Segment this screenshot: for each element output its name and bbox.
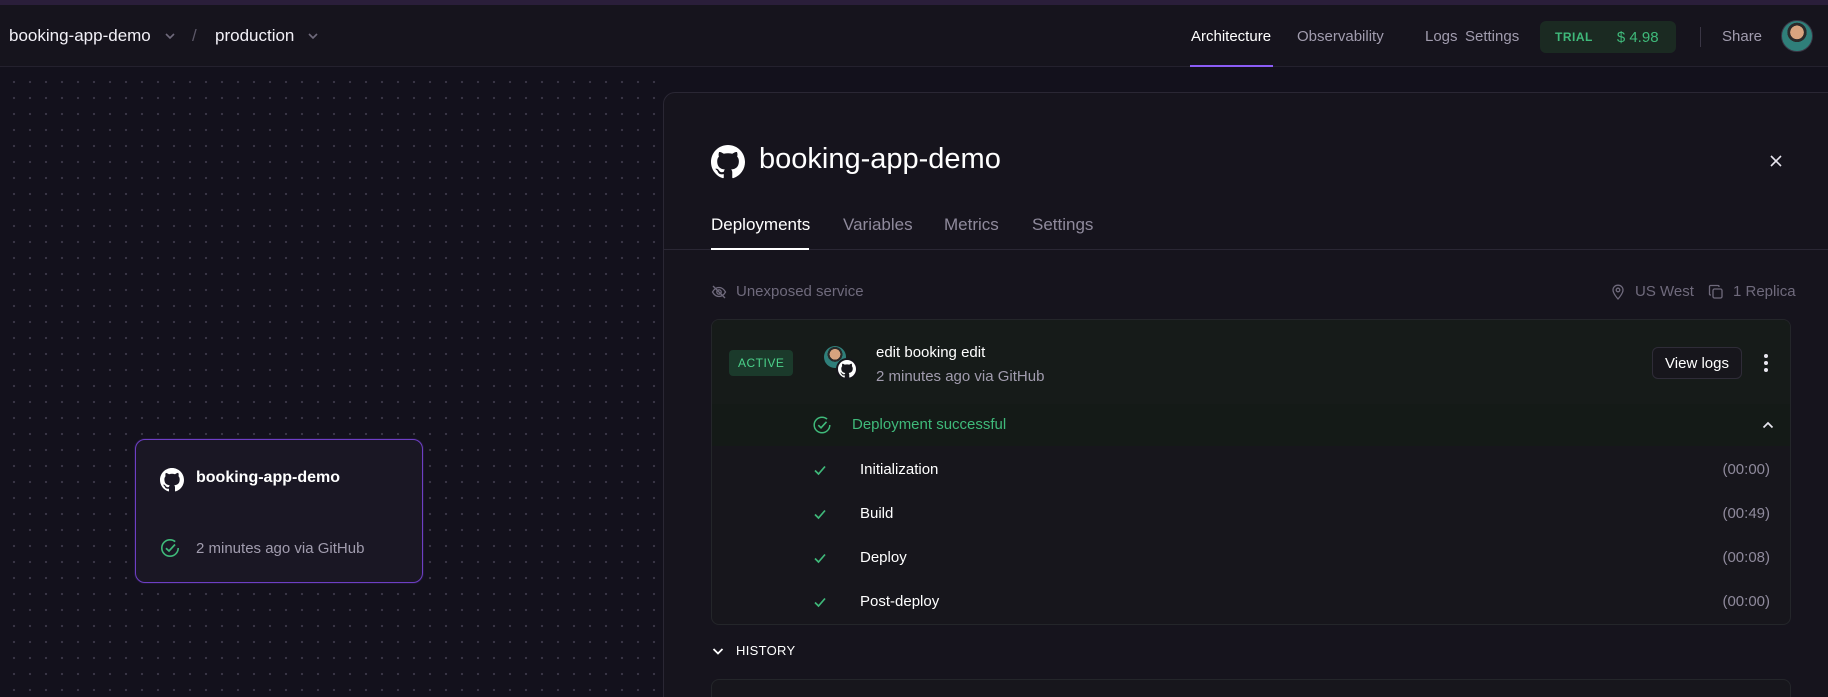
panel-title: booking-app-demo (759, 143, 1001, 175)
step-duration: (00:49) (1722, 505, 1770, 522)
trial-badge: TRIAL (1555, 30, 1593, 44)
tab-variables[interactable]: Variables (843, 215, 913, 235)
deployment-step: Initialization (00:00) (712, 448, 1790, 492)
region-info: US West (1610, 283, 1694, 300)
view-logs-button[interactable]: View logs (1652, 347, 1742, 379)
github-icon (160, 468, 184, 492)
deployment-status: Deployment successful (852, 416, 1007, 433)
copy-icon (1708, 284, 1723, 299)
step-duration: (00:08) (1722, 549, 1770, 566)
check-icon (814, 597, 826, 608)
check-icon (814, 553, 826, 564)
eye-off-icon (711, 285, 727, 298)
share-button[interactable]: Share (1722, 5, 1762, 67)
region-label: US West (1635, 283, 1694, 300)
deployment-step: Deploy (00:08) (712, 536, 1790, 580)
top-bar: booking-app-demo / production Architectu… (0, 5, 1828, 67)
history-label: HISTORY (736, 643, 796, 658)
breadcrumb-separator: / (192, 26, 197, 45)
step-label: Build (860, 505, 894, 522)
nav-logs[interactable]: Logs (1425, 5, 1458, 67)
github-icon (711, 145, 745, 179)
service-card[interactable]: booking-app-demo 2 minutes ago via GitHu… (135, 439, 423, 583)
commit-source (836, 358, 858, 380)
check-icon (814, 509, 826, 520)
nav-observability[interactable]: Observability (1297, 5, 1384, 67)
tabs-divider (664, 249, 1828, 250)
check-circle-icon (161, 539, 179, 557)
avatar[interactable] (1781, 20, 1813, 52)
tab-metrics[interactable]: Metrics (944, 215, 999, 235)
step-label: Post-deploy (860, 593, 940, 610)
service-card-title: booking-app-demo (196, 469, 340, 486)
tab-deployments[interactable]: Deployments (711, 215, 810, 235)
deployment-card[interactable]: ACTIVE edit booking edit 2 minutes ago v… (711, 319, 1791, 625)
status-badge: ACTIVE (729, 350, 794, 376)
chevron-down-icon (712, 647, 724, 655)
service-card-meta: 2 minutes ago via GitHub (196, 540, 365, 557)
nav-settings[interactable]: Settings (1465, 5, 1519, 67)
chevron-down-icon (165, 33, 175, 40)
unexposed-service: Unexposed service (711, 283, 864, 300)
step-label: Deploy (860, 549, 907, 566)
project-name: booking-app-demo (9, 26, 151, 45)
project-selector[interactable]: booking-app-demo (9, 5, 177, 67)
deployment-step: Post-deploy (00:00) (712, 580, 1790, 624)
deployment-step: Build (00:49) (712, 492, 1790, 536)
commit-title: edit booking edit (876, 344, 986, 361)
architecture-canvas[interactable] (0, 68, 663, 697)
replica-info: 1 Replica (1708, 283, 1796, 300)
deployment-header: ACTIVE edit booking edit 2 minutes ago v… (712, 320, 1790, 404)
tab-settings[interactable]: Settings (1032, 215, 1093, 235)
nav-architecture[interactable]: Architecture (1191, 5, 1271, 67)
check-icon (814, 465, 826, 476)
github-icon (838, 360, 856, 378)
unexposed-label: Unexposed service (736, 283, 864, 300)
check-circle-icon (813, 416, 831, 434)
close-button[interactable] (1764, 149, 1788, 173)
environment-selector[interactable]: production (215, 5, 320, 67)
environment-name: production (215, 26, 295, 45)
history-toggle[interactable]: HISTORY (711, 643, 795, 658)
chevron-down-icon (308, 33, 318, 40)
step-label: Initialization (860, 461, 939, 478)
chevron-up-icon[interactable] (1760, 417, 1776, 433)
step-duration: (00:00) (1722, 461, 1770, 478)
location-pin-icon (1612, 284, 1624, 300)
step-duration: (00:00) (1722, 593, 1770, 610)
close-icon (1770, 155, 1782, 167)
deployment-status-row[interactable]: Deployment successful (712, 404, 1790, 446)
replica-label: 1 Replica (1733, 283, 1796, 300)
commit-meta: 2 minutes ago via GitHub (876, 368, 1045, 385)
nav-active-underline (1190, 65, 1273, 67)
history-list (711, 679, 1791, 697)
divider (1700, 27, 1701, 47)
tab-active-underline (711, 248, 809, 250)
more-options-icon[interactable] (1758, 350, 1774, 376)
trial-amount: $ 4.98 (1616, 28, 1659, 46)
service-panel: booking-app-demo Deployments Variables M… (663, 92, 1828, 697)
trial-usage[interactable]: TRIAL $ 4.98 (1540, 21, 1676, 53)
